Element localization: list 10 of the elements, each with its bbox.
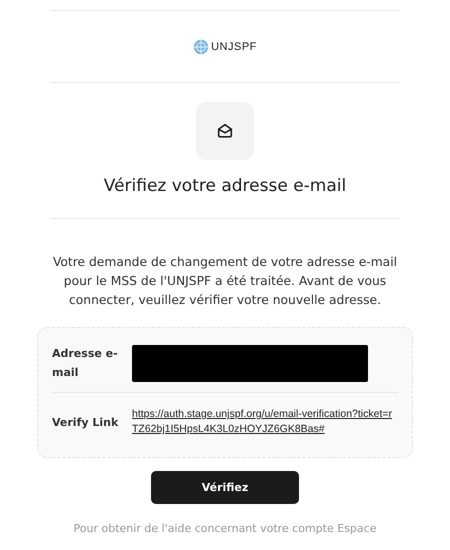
logo-text: UNJSPF (211, 40, 257, 52)
envelope-icon (216, 122, 234, 140)
verify-link[interactable]: https://auth.stage.unjspf.org/u/email-verification?ticket=rTZ62bj1I5HpsL4K3L0zHOYJZ6GK8Bas# (132, 407, 398, 437)
page-title: Vérifiez votre adresse e-mail (104, 176, 346, 198)
detail-label: Adresse e-mail (52, 346, 119, 381)
detail-label: Verify Link (52, 414, 120, 430)
message-text: Votre demande de changement de votre adresse e-mail pour le MSS de l'UNJSPF a été traitée. Avant de vous connecter, veuillez vérifier votre nouvelle adresse. (52, 254, 398, 309)
globe-logo-icon (193, 38, 210, 54)
help-text: Pour obtenir de l'aide concernant votre compte Espace (74, 522, 376, 535)
verify-button[interactable]: Vérifiez (151, 471, 299, 504)
